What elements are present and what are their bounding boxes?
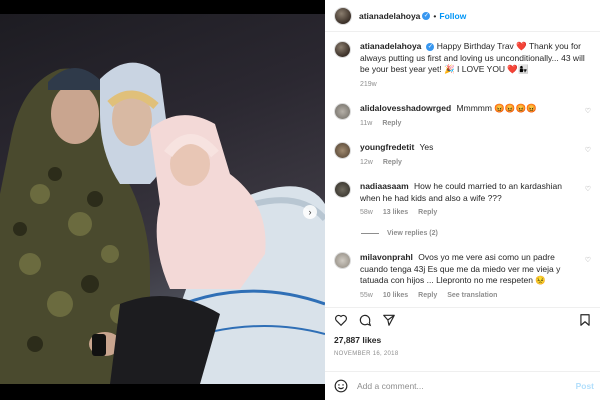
- verified-badge-icon: ✓: [422, 11, 431, 20]
- action-bar: [325, 307, 600, 331]
- likes-count[interactable]: 27,887 likes: [334, 335, 381, 345]
- comment-item: milavonprahl Ovos yo me vere asi como un…: [334, 252, 596, 301]
- avatar[interactable]: [334, 181, 351, 198]
- divider: [361, 233, 379, 234]
- comment-username[interactable]: milavonprahl: [360, 252, 413, 262]
- reply-button[interactable]: Reply: [418, 292, 437, 299]
- avatar[interactable]: [334, 6, 352, 25]
- see-translation-link[interactable]: See translation: [447, 292, 497, 299]
- comment-time[interactable]: 12w: [360, 159, 373, 166]
- comment-time[interactable]: 58w: [360, 209, 373, 216]
- comment-time[interactable]: 11w: [360, 120, 372, 127]
- reply-button[interactable]: Reply: [383, 159, 402, 166]
- comment-icon[interactable]: [358, 313, 372, 327]
- comment-item: youngfredetit Yes 12w Reply ♡: [334, 142, 596, 168]
- comment-item: nadiaasaam How he could married to an ka…: [334, 181, 596, 219]
- comment-text: Mmmmm 😡😡😡😡: [456, 103, 537, 113]
- heart-icon[interactable]: ♡: [585, 185, 591, 193]
- emoji-icon[interactable]: [334, 379, 348, 393]
- avatar[interactable]: [334, 142, 351, 159]
- author-username[interactable]: atianadelahoya: [359, 11, 420, 21]
- post-header: atianadelahoya ✓ • Follow: [325, 0, 600, 32]
- heart-icon[interactable]: ♡: [585, 107, 591, 115]
- chevron-right-icon[interactable]: ›: [303, 205, 317, 219]
- comment-time[interactable]: 55w: [360, 292, 373, 299]
- separator: •: [433, 10, 437, 21]
- avatar[interactable]: [334, 252, 351, 269]
- heart-icon[interactable]: ♡: [585, 256, 591, 264]
- bookmark-icon[interactable]: [578, 313, 592, 327]
- avatar[interactable]: [334, 41, 351, 58]
- comment-username[interactable]: youngfredetit: [360, 142, 414, 152]
- follow-button[interactable]: Follow: [439, 11, 466, 21]
- verified-badge-icon: ✓: [426, 42, 435, 51]
- comment-likes[interactable]: 10 likes: [383, 292, 408, 299]
- caption: atianadelahoya ✓ Happy Birthday Trav ❤️ T…: [334, 41, 596, 90]
- comment-likes[interactable]: 13 likes: [383, 209, 408, 216]
- heart-icon[interactable]: [334, 313, 348, 327]
- post-side-panel: atianadelahoya ✓ • Follow atianadelahoya…: [325, 0, 600, 400]
- post-media: ›: [0, 0, 325, 400]
- post-date: NOVEMBER 16, 2018: [334, 351, 399, 357]
- photo-illustration: [0, 62, 325, 384]
- caption-time[interactable]: 219w: [360, 81, 377, 88]
- avatar[interactable]: [334, 103, 351, 120]
- comment-item: alidalovesshadowrged Mmmmm 😡😡😡😡 11w Reply…: [334, 103, 596, 129]
- view-replies-label: View replies (2): [387, 230, 438, 237]
- comment-username[interactable]: nadiaasaam: [360, 181, 409, 191]
- comment-text: Yes: [419, 142, 434, 152]
- post-button[interactable]: Post: [576, 381, 594, 391]
- comment-input[interactable]: [357, 381, 557, 391]
- add-comment-bar: Post: [325, 371, 600, 400]
- post-photo[interactable]: ›: [0, 14, 325, 384]
- view-replies-button[interactable]: View replies (2): [361, 230, 438, 237]
- reply-button[interactable]: Reply: [382, 120, 401, 127]
- reply-button[interactable]: Reply: [418, 209, 437, 216]
- comment-username[interactable]: alidalovesshadowrged: [360, 103, 451, 113]
- heart-icon[interactable]: ♡: [585, 146, 591, 154]
- caption-username[interactable]: atianadelahoya: [360, 41, 421, 51]
- share-icon[interactable]: [382, 313, 396, 327]
